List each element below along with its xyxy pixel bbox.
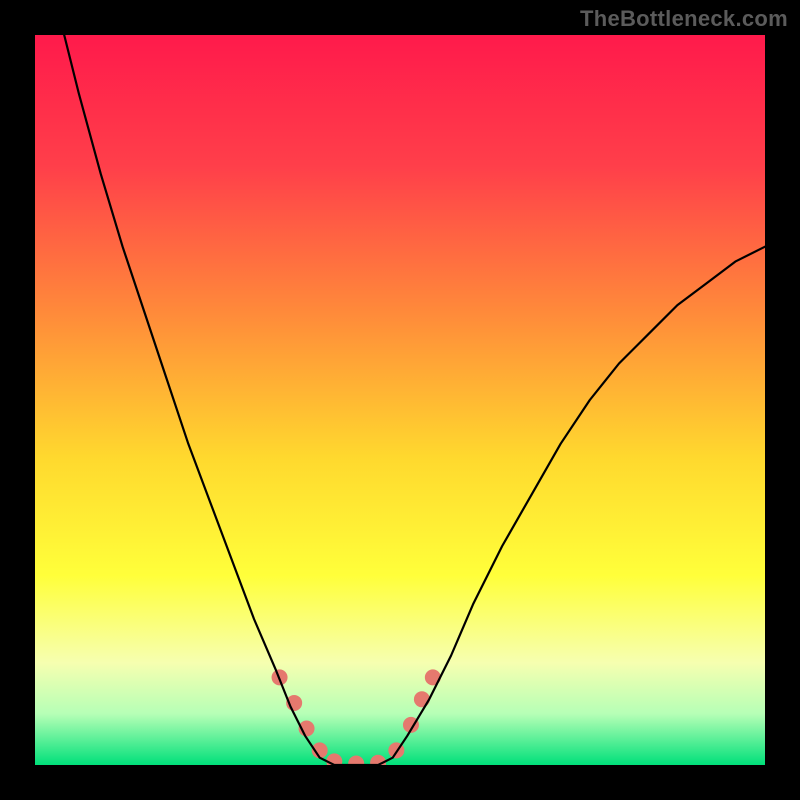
marker-dot xyxy=(348,756,364,765)
marker-dot xyxy=(414,691,430,707)
plot-area xyxy=(35,35,765,765)
curve-layer xyxy=(35,35,765,765)
watermark-text: TheBottleneck.com xyxy=(580,6,788,32)
chart-frame: TheBottleneck.com xyxy=(0,0,800,800)
marker-dot xyxy=(370,755,386,765)
bottleneck-curve xyxy=(64,35,765,765)
